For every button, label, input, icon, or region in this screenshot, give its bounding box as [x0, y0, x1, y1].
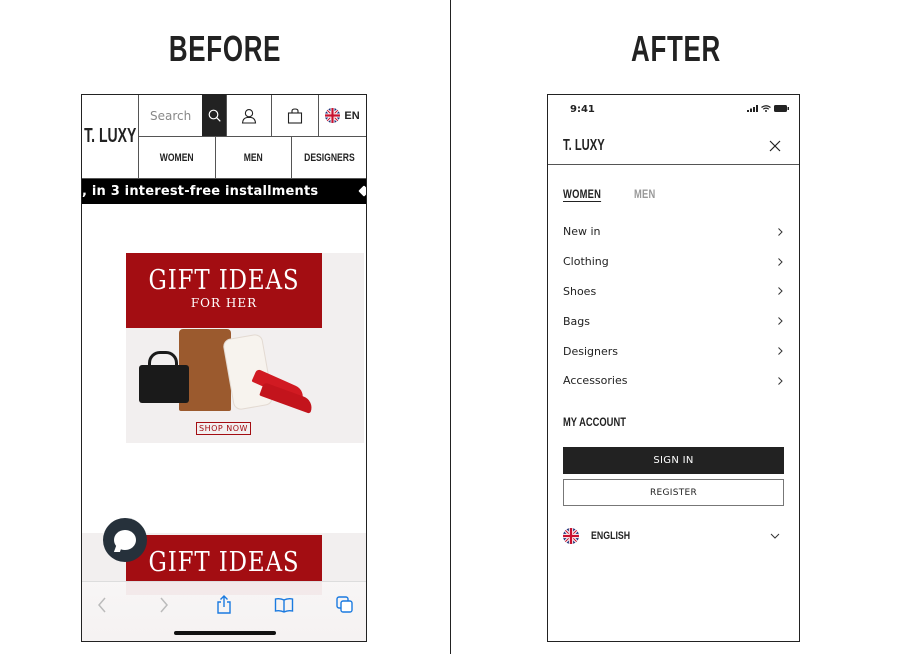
menu-header: T. LUXY	[548, 127, 799, 165]
chat-button[interactable]	[103, 518, 147, 562]
chevron-right-icon	[160, 597, 168, 613]
language-selector[interactable]: EN	[318, 95, 366, 136]
after-title: AFTER	[631, 28, 721, 69]
nav-women[interactable]: WOMEN	[139, 137, 215, 178]
banner-headline-box: GIFT IDEAS FOR HER	[126, 253, 322, 328]
back-button[interactable]	[91, 594, 113, 616]
promo-text: , in 3 interest-free installments	[82, 184, 319, 199]
forward-button[interactable]	[153, 594, 175, 616]
center-divider	[450, 0, 451, 654]
main-nav: WOMEN MEN DESIGNERS	[139, 137, 366, 179]
after-phone-screen: 9:41 T. LUXY WOMEN MEN New in Clothing S…	[547, 94, 800, 642]
banner-subtitle: FOR HER	[190, 296, 258, 310]
status-time: 9:41	[570, 104, 595, 115]
chevron-right-icon	[778, 287, 783, 296]
promo-banner: , in 3 interest-free installments	[82, 179, 366, 204]
sign-in-button[interactable]: SIGN IN	[563, 447, 784, 474]
register-button[interactable]: REGISTER	[563, 479, 784, 506]
category-menu: New in Clothing Shoes Bags Designers Acc…	[563, 217, 784, 396]
home-indicator	[174, 631, 276, 635]
shop-now-button[interactable]: SHOP NOW	[196, 422, 251, 435]
chat-icon	[114, 530, 136, 550]
header-top-row: Search EN	[139, 95, 366, 137]
book-icon	[274, 597, 294, 613]
handbag-image	[139, 365, 189, 403]
tabs-icon	[336, 596, 353, 613]
account-button[interactable]	[226, 95, 271, 136]
site-logo[interactable]: T. LUXY	[82, 95, 139, 179]
menu-item-shoes[interactable]: Shoes	[563, 277, 784, 307]
menu-item-clothing[interactable]: Clothing	[563, 247, 784, 277]
search-icon	[208, 109, 221, 122]
banner-title: GIFT IDEAS	[148, 265, 300, 296]
gift-ideas-banner[interactable]: GIFT IDEAS FOR HER SHOP NOW	[126, 253, 364, 443]
close-icon[interactable]	[769, 140, 781, 152]
browser-toolbar	[82, 581, 366, 641]
wifi-icon	[761, 105, 771, 112]
tag-icon	[358, 185, 366, 197]
chevron-down-icon	[770, 533, 780, 539]
chevron-left-icon	[98, 597, 106, 613]
tab-women[interactable]: WOMEN	[563, 187, 601, 201]
menu-item-bags[interactable]: Bags	[563, 306, 784, 336]
bookmarks-button[interactable]	[273, 594, 295, 616]
shopping-bag-button[interactable]	[271, 95, 318, 136]
my-account-heading: MY ACCOUNT	[563, 415, 626, 429]
status-bar: 9:41	[548, 95, 799, 127]
nav-designers[interactable]: DESIGNERS	[291, 137, 366, 178]
menu-item-designers[interactable]: Designers	[563, 336, 784, 366]
shopping-bag-icon	[287, 107, 303, 124]
share-button[interactable]	[213, 594, 235, 616]
uk-flag-icon	[325, 108, 341, 123]
status-icons	[747, 105, 789, 112]
language-label: ENGLISH	[591, 530, 631, 542]
search-input[interactable]: Search	[139, 95, 202, 136]
site-logo[interactable]: T. LUXY	[563, 137, 605, 155]
share-icon	[217, 595, 231, 614]
gender-tabs: WOMEN MEN	[563, 187, 661, 201]
chevron-right-icon	[778, 257, 783, 266]
nav-men[interactable]: MEN	[215, 137, 291, 178]
chevron-right-icon	[778, 228, 783, 236]
uk-flag-icon	[563, 528, 579, 544]
menu-item-accessories[interactable]: Accessories	[563, 366, 784, 396]
battery-icon	[774, 105, 789, 112]
tab-men[interactable]: MEN	[634, 187, 656, 201]
banner2-title: GIFT IDEAS	[148, 547, 300, 578]
user-icon	[241, 108, 257, 124]
before-title: BEFORE	[168, 28, 282, 69]
chevron-right-icon	[778, 347, 783, 355]
language-selector[interactable]: ENGLISH	[563, 527, 784, 545]
tabs-button[interactable]	[334, 594, 356, 616]
menu-item-new-in[interactable]: New in	[563, 217, 784, 247]
before-phone-screen: T. LUXY Search EN WOMEN MEN DESIGNERS , …	[81, 94, 367, 642]
chevron-right-icon	[778, 317, 783, 326]
signal-icon	[747, 105, 758, 112]
search-button[interactable]	[202, 95, 226, 136]
chevron-right-icon	[778, 377, 783, 385]
